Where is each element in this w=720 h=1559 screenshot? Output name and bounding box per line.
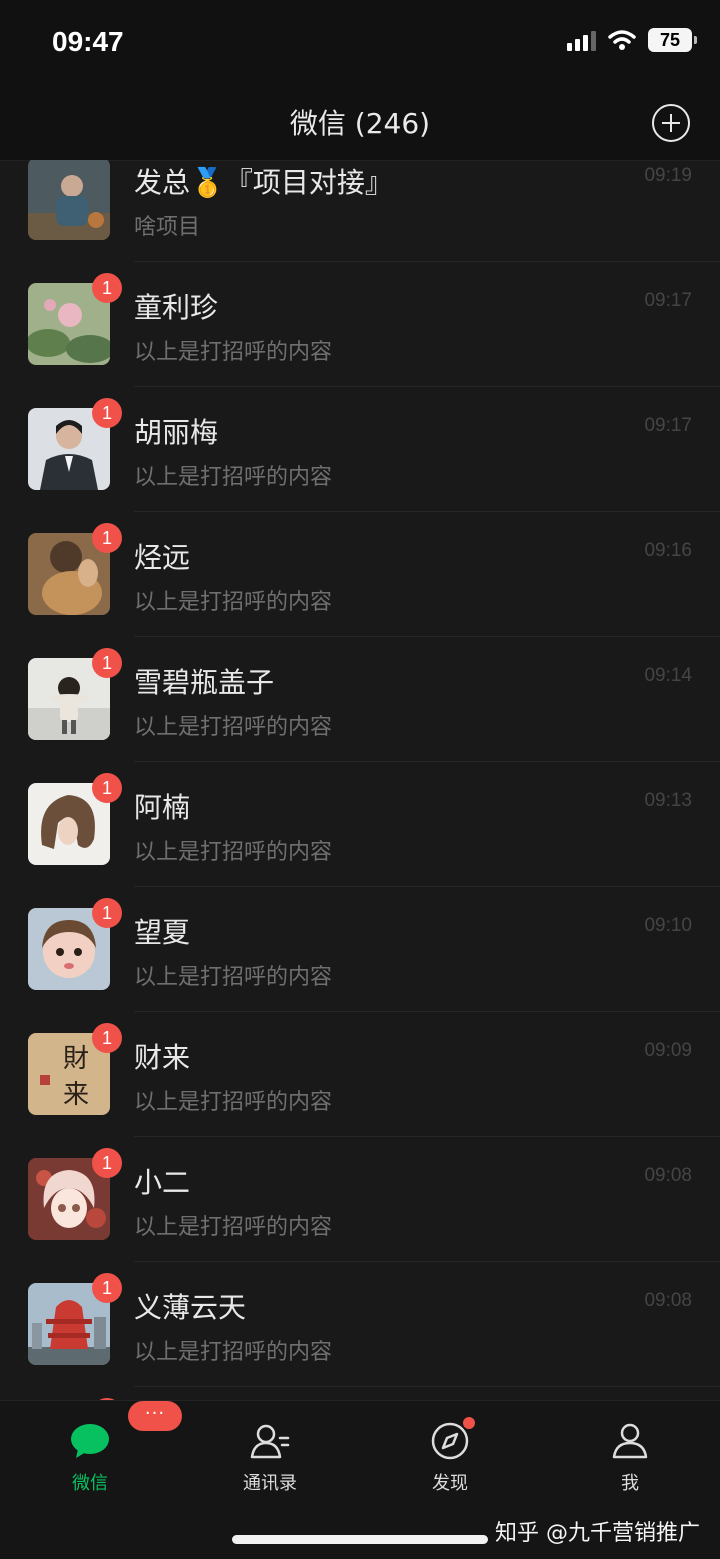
nav-header: 微信 (246) — [0, 86, 720, 161]
avatar-calligraphy-char: 来 — [63, 1080, 89, 1110]
contacts-icon — [250, 1424, 290, 1459]
tab-label: 微信 — [72, 1473, 108, 1494]
chat-name: 义薄云天 — [134, 1291, 247, 1324]
chat-item[interactable]: 1 望夏 以上是打招呼的内容 09:10 — [0, 887, 720, 1012]
chat-time: 09:19 — [644, 165, 692, 186]
unread-badge: 1 — [92, 273, 122, 303]
add-button[interactable] — [652, 104, 690, 142]
tab-label: 我 — [621, 1473, 639, 1494]
unread-badge: 1 — [92, 773, 122, 803]
tab-me[interactable]: 我 — [570, 1401, 690, 1501]
chat-name: 雪碧瓶盖子 — [134, 666, 275, 699]
chat-preview: 以上是打招呼的内容 — [134, 340, 333, 365]
chat-name: 望夏 — [134, 916, 191, 949]
tab-label: 发现 — [432, 1473, 468, 1494]
chat-item[interactable]: 1 童利珍 以上是打招呼的内容 09:17 — [0, 262, 720, 387]
chat-preview: 以上是打招呼的内容 — [134, 590, 333, 615]
chat-preview: 啥项目 — [134, 215, 201, 240]
chat-time: 09:08 — [644, 1290, 692, 1311]
chat-name: 阿楠 — [134, 791, 191, 824]
tab-bar: ··· 微信 通讯录 发现 我 知乎 @九千营销推广 — [0, 1400, 720, 1559]
chat-item[interactable]: 財 来 1 财来 以上是打招呼的内容 09:09 — [0, 1012, 720, 1137]
unread-badge: 1 — [92, 1023, 122, 1053]
person-icon — [612, 1423, 648, 1459]
chat-item[interactable]: 1 烃远 以上是打招呼的内容 09:16 — [0, 512, 720, 637]
unread-badge: 1 — [92, 523, 122, 553]
unread-badge: 1 — [92, 1148, 122, 1178]
tab-discover[interactable]: 发现 — [390, 1401, 510, 1501]
chat-item[interactable]: 发总🥇『项目对接』 啥项目 09:19 — [0, 160, 720, 262]
status-bar: 09:47 75 — [0, 0, 720, 86]
discover-notification-dot — [463, 1417, 475, 1429]
cellular-signal-icon — [567, 29, 596, 51]
chat-time: 09:13 — [644, 790, 692, 811]
chat-time: 09:09 — [644, 1040, 692, 1061]
chat-name: 发总🥇『项目对接』 — [134, 166, 393, 199]
chat-preview: 以上是打招呼的内容 — [134, 715, 333, 740]
tab-label: 通讯录 — [243, 1473, 297, 1494]
page-title: 微信 (246) — [289, 107, 431, 140]
chat-preview: 以上是打招呼的内容 — [134, 1215, 333, 1240]
chat-preview: 以上是打招呼的内容 — [134, 465, 333, 490]
unread-badge: 1 — [92, 898, 122, 928]
chat-time: 09:16 — [644, 540, 692, 561]
wifi-icon — [608, 30, 636, 50]
chat-list: 发总🥇『项目对接』 啥项目 09:19 1 童利珍 以上是打招呼的内容 09:1… — [0, 160, 720, 1400]
tab-contacts[interactable]: 通讯录 — [210, 1401, 330, 1501]
chat-name: 小二 — [134, 1166, 191, 1199]
chat-name: 童利珍 — [134, 291, 219, 324]
avatar-calligraphy-char: 財 — [63, 1044, 89, 1074]
chat-time: 09:17 — [644, 415, 692, 436]
chat-item[interactable]: 1 小二 以上是打招呼的内容 09:08 — [0, 1137, 720, 1262]
status-indicators: 75 — [567, 28, 697, 52]
chat-item[interactable]: 1 义薄云天 以上是打招呼的内容 09:08 — [0, 1262, 720, 1387]
chat-time: 09:17 — [644, 290, 692, 311]
chat-item[interactable]: 1 雪碧瓶盖子 以上是打招呼的内容 09:14 — [0, 637, 720, 762]
chat-item[interactable] — [0, 1387, 720, 1400]
chat-bubble-icon — [71, 1424, 109, 1458]
unread-badge: 1 — [92, 1273, 122, 1303]
home-indicator — [232, 1535, 488, 1544]
unread-badge: 1 — [92, 398, 122, 428]
chat-item[interactable]: 1 胡丽梅 以上是打招呼的内容 09:17 — [0, 387, 720, 512]
chat-name: 胡丽梅 — [134, 416, 219, 449]
chat-time: 09:08 — [644, 1165, 692, 1186]
chat-item[interactable]: 1 阿楠 以上是打招呼的内容 09:13 — [0, 762, 720, 887]
battery-icon: 75 — [648, 28, 697, 52]
chat-name: 财来 — [134, 1041, 191, 1074]
chat-name: 烃远 — [134, 541, 191, 574]
chat-time: 09:14 — [644, 665, 692, 686]
tab-chats[interactable]: ··· 微信 — [30, 1401, 182, 1501]
watermark: 知乎 @九千营销推广 — [495, 1521, 700, 1546]
chat-preview: 以上是打招呼的内容 — [134, 1340, 333, 1365]
chat-preview: 以上是打招呼的内容 — [134, 965, 333, 990]
unread-badge: 1 — [92, 648, 122, 678]
tab-unread-badge: ··· — [128, 1401, 182, 1431]
chat-time: 09:10 — [644, 915, 692, 936]
avatar — [28, 160, 110, 240]
chat-preview: 以上是打招呼的内容 — [134, 1090, 333, 1115]
status-time: 09:47 — [52, 26, 124, 57]
chat-preview: 以上是打招呼的内容 — [134, 840, 333, 865]
